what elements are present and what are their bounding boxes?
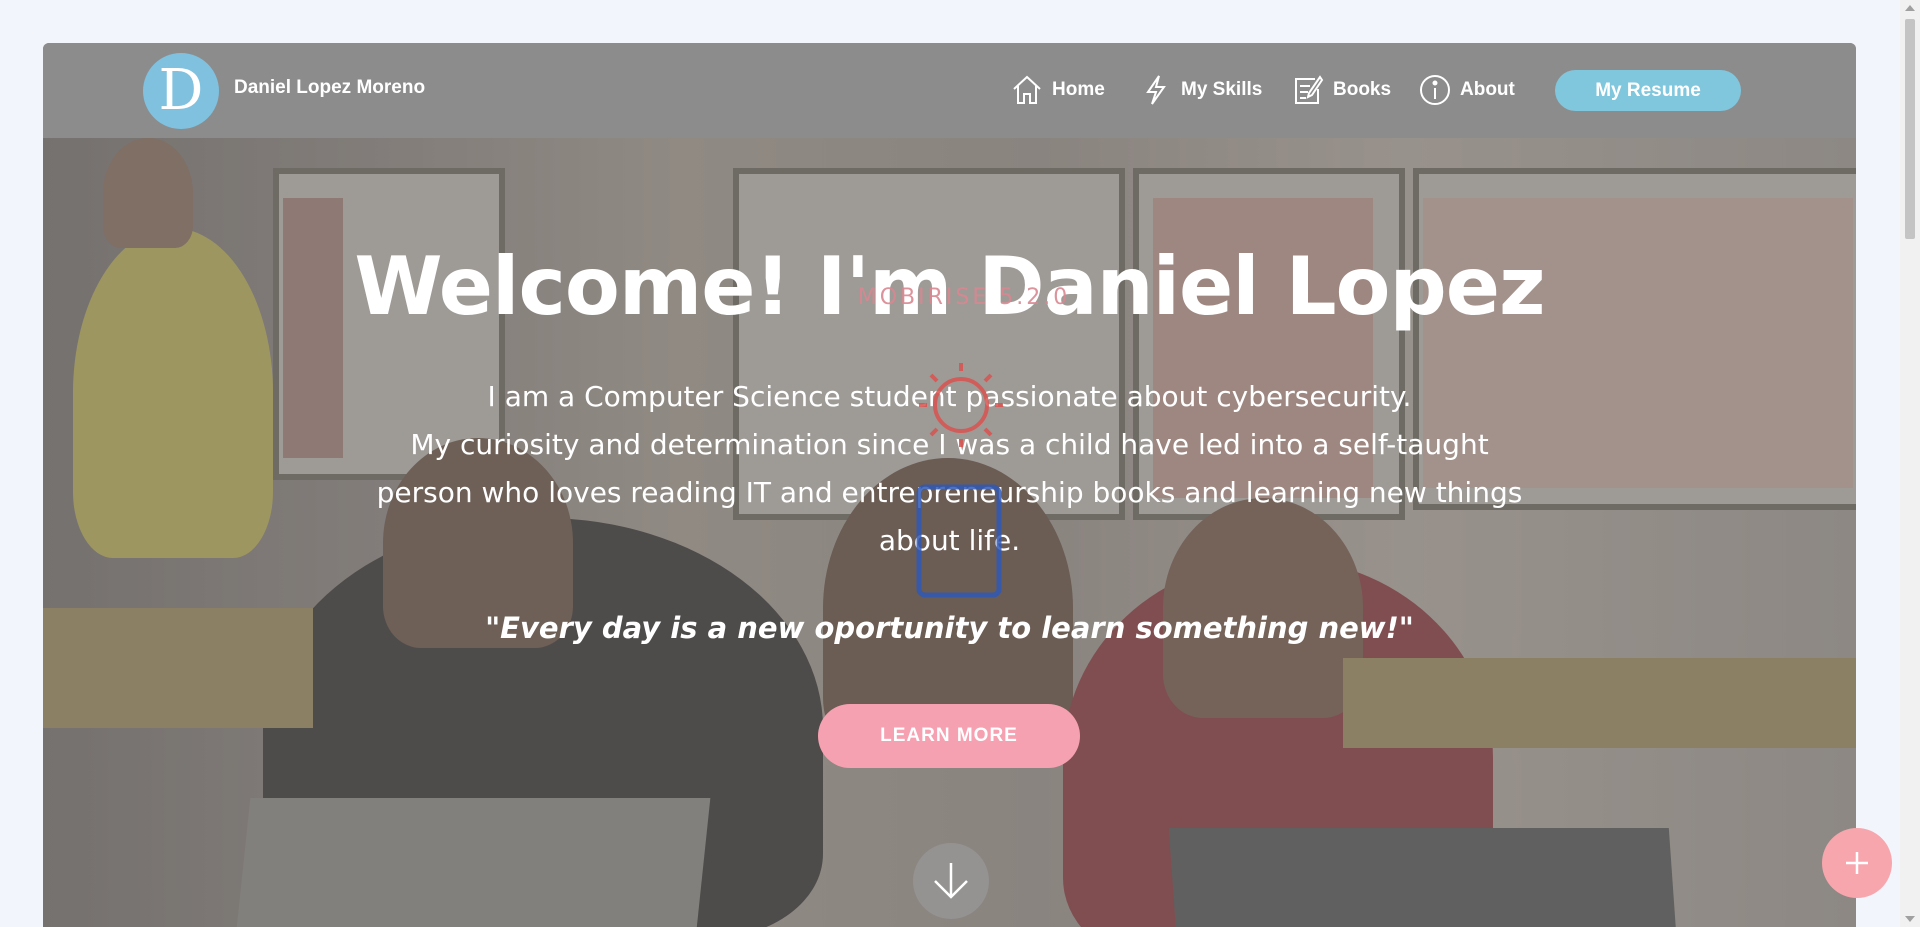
- nav-item-label: About: [1460, 79, 1515, 100]
- page-frame: D Daniel Lopez Moreno Home My Skills Boo…: [43, 43, 1856, 927]
- brand-logo[interactable]: D: [143, 53, 219, 129]
- mobirise-logo-icon: [916, 363, 1003, 598]
- scroll-down-arrow[interactable]: [1905, 916, 1915, 922]
- nav-item-my-skills[interactable]: My Skills: [1139, 72, 1262, 108]
- page-scrollbar[interactable]: [1900, 0, 1920, 927]
- learn-more-button[interactable]: LEARN MORE: [818, 704, 1080, 768]
- nav-item-label: Home: [1052, 79, 1105, 100]
- floating-add-button[interactable]: [1822, 828, 1892, 898]
- hero-quote: "Every day is a new oportunity to learn …: [485, 611, 1414, 645]
- scrollbar-thumb[interactable]: [1905, 19, 1915, 239]
- nav-item-home[interactable]: Home: [1010, 72, 1105, 108]
- arrow-down-icon: [934, 863, 968, 899]
- info-icon: [1420, 75, 1450, 105]
- mobirise-watermark-text: MOBIRISE 5.2.0: [857, 285, 1071, 310]
- nav-item-about[interactable]: About: [1418, 72, 1515, 108]
- scroll-up-arrow[interactable]: [1905, 5, 1915, 11]
- lightning-icon: [1146, 75, 1166, 105]
- navbar: D Daniel Lopez Moreno Home My Skills Boo…: [43, 43, 1856, 138]
- nav-item-label: My Skills: [1181, 79, 1263, 100]
- nav-item-books[interactable]: Books: [1291, 72, 1391, 108]
- home-icon: [1013, 75, 1041, 104]
- brand-name[interactable]: Daniel Lopez Moreno: [234, 77, 425, 99]
- my-resume-button[interactable]: My Resume: [1555, 70, 1741, 111]
- plus-icon: [1846, 852, 1868, 874]
- edit-icon: [1295, 75, 1324, 104]
- nav-item-label: Books: [1333, 79, 1392, 100]
- scroll-down-button[interactable]: [913, 843, 989, 919]
